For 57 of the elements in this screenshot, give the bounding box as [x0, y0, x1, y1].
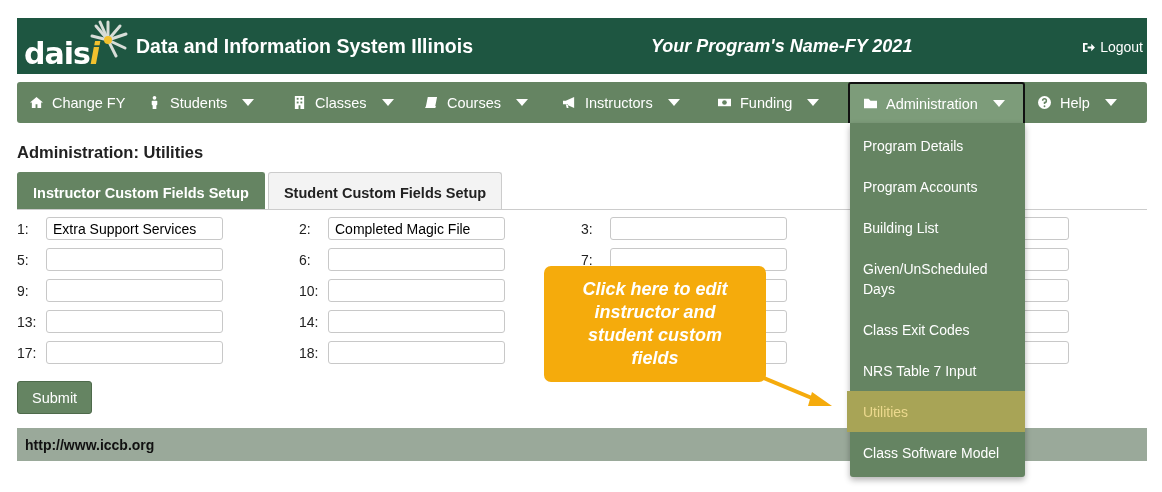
field-label: 14:	[299, 313, 319, 330]
dropdown-menu-item[interactable]: Given/UnScheduled Days	[850, 248, 1025, 309]
dropdown-menu-item[interactable]: Program Details	[850, 125, 1025, 166]
input-field[interactable]: Completed Magic File	[328, 217, 505, 240]
logout-link[interactable]: Logout	[1082, 39, 1143, 55]
banknote-icon	[718, 96, 731, 109]
tab[interactable]: Student Custom Fields Setup	[267, 172, 503, 209]
nav-menu-item[interactable]: Funding	[705, 82, 848, 123]
field-label: 10:	[299, 282, 319, 299]
dropdown-menu-item[interactable]: Class Software Model	[850, 432, 1025, 473]
nav-menu-item[interactable]: Change FY	[17, 82, 135, 123]
input-field[interactable]: Extra Support Services	[46, 217, 223, 240]
callout-tooltip: Click here to edit instructor and student custom fields	[544, 266, 766, 382]
input-field[interactable]	[610, 217, 787, 240]
nav-menu-item[interactable]: Classes	[280, 82, 412, 123]
field-label: 17:	[17, 344, 37, 361]
page-title: Administration: Utilities	[17, 143, 204, 163]
field-label: 1:	[17, 220, 29, 237]
field-label: 9:	[17, 282, 29, 299]
building-icon	[293, 96, 306, 109]
field-label: 6:	[299, 251, 311, 268]
nav-menu-item[interactable]: Help	[1025, 82, 1147, 123]
input-field[interactable]	[46, 310, 223, 333]
dropdown-menu-item[interactable]: NRS Table 7 Input	[850, 350, 1025, 391]
program-name: Your Program's Name-FY 2021	[651, 35, 914, 57]
nav-menu-item[interactable]: Students	[135, 82, 280, 123]
callout-arrow	[764, 376, 834, 408]
nav-menu-item[interactable]: Administration	[848, 82, 1025, 123]
field-label: 13:	[17, 313, 37, 330]
input-field[interactable]	[46, 341, 223, 364]
input-field[interactable]	[328, 248, 505, 271]
dropdown-menu-item[interactable]: Building List	[850, 207, 1025, 248]
dropdown-menu-item[interactable]: Class Exit Codes	[850, 309, 1025, 350]
input-field[interactable]	[328, 341, 505, 364]
nav-menu-item[interactable]: Instructors	[550, 82, 705, 123]
input-field[interactable]	[328, 279, 505, 302]
nav-menu-item[interactable]: Courses	[412, 82, 550, 123]
footer-link[interactable]: http://www.iccb.org	[25, 436, 155, 453]
logo[interactable]: daisi	[24, 18, 129, 74]
site-title: Data and Information System Illinois	[136, 34, 474, 58]
logout-icon	[1082, 41, 1096, 53]
field-label: 2:	[299, 220, 311, 237]
input-field[interactable]	[46, 279, 223, 302]
tab[interactable]: Instructor Custom Fields Setup	[17, 172, 265, 209]
input-field[interactable]	[328, 310, 505, 333]
field-label: 5:	[17, 251, 29, 268]
field-label: 7:	[581, 251, 593, 268]
home-icon	[30, 96, 43, 109]
book-icon	[425, 96, 438, 109]
field-label: 3:	[581, 220, 593, 237]
submit-button[interactable]: Submit	[17, 381, 93, 414]
folder-icon	[864, 97, 877, 110]
dropdown-menu-item[interactable]: Program Accounts	[850, 166, 1025, 207]
input-field[interactable]	[46, 248, 223, 271]
field-label: 18:	[299, 344, 319, 361]
megaphone-icon	[563, 96, 576, 109]
help-icon	[1038, 96, 1051, 109]
